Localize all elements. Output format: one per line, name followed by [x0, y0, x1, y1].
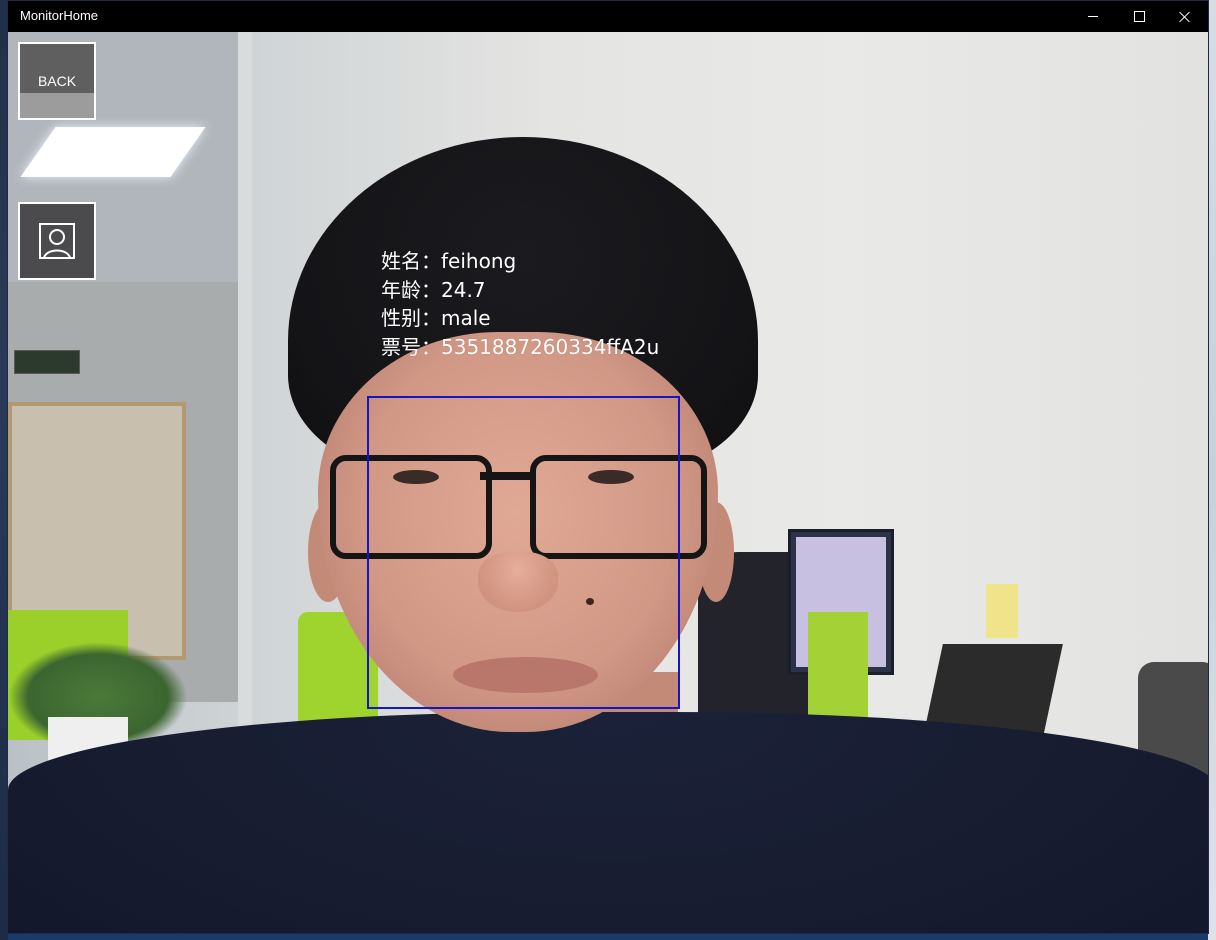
info-label: 票号：: [381, 334, 441, 359]
title-bar[interactable]: MonitorHome: [8, 1, 1208, 32]
person-info-overlay: 姓名：feihong 年龄：24.7 性别：male 票号：5351887260…: [381, 247, 659, 361]
back-button[interactable]: BACK: [18, 42, 96, 120]
maximize-button[interactable]: [1116, 1, 1162, 32]
user-portrait-icon: [39, 223, 75, 259]
exit-sign: [14, 350, 80, 374]
info-label: 性别：: [381, 306, 441, 330]
minimize-icon: [1088, 16, 1098, 17]
info-value: 5351887260334ffA2u: [441, 334, 660, 359]
info-row-gender: 性别：male: [381, 304, 659, 333]
sticky-note: [986, 584, 1018, 638]
user-profile-button[interactable]: [18, 202, 96, 280]
close-icon: [1179, 11, 1191, 23]
info-value: feihong: [441, 249, 517, 273]
info-row-ticket: 票号：5351887260334ffA2u: [381, 333, 659, 362]
info-label: 姓名：: [381, 249, 441, 273]
info-value: male: [441, 306, 491, 330]
info-value: 24.7: [441, 277, 486, 302]
maximize-icon: [1133, 11, 1145, 22]
app-window: MonitorHome BACK 姓名：feihong 年龄：24.7 性别：m…: [7, 0, 1209, 934]
info-label: 年龄：: [381, 277, 441, 302]
close-button[interactable]: [1162, 1, 1208, 32]
minimize-button[interactable]: [1070, 1, 1116, 32]
info-row-age: 年龄：24.7: [381, 276, 659, 305]
info-row-name: 姓名：feihong: [381, 247, 659, 276]
person-shirt: [8, 712, 1208, 933]
pillar: [238, 32, 252, 732]
back-button-label: BACK: [37, 73, 77, 89]
face-detection-box: [367, 396, 680, 709]
desktop-background-right: [1208, 0, 1216, 940]
window-title: MonitorHome: [20, 8, 99, 23]
